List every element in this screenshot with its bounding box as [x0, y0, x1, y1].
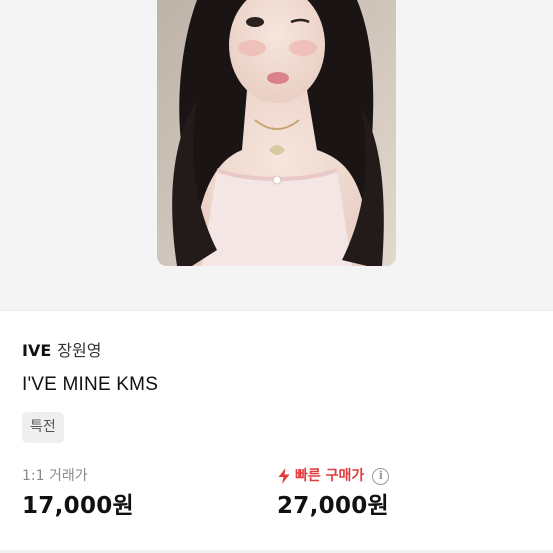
member-name[interactable]: 장원영 [57, 340, 101, 362]
photocard-illustration [157, 0, 396, 266]
section-divider [0, 310, 553, 311]
photocard-image[interactable] [157, 0, 396, 266]
lightning-bolt-icon [277, 468, 291, 484]
fast-buy-price[interactable]: 빠른 구매가 i 27,000원 [277, 466, 390, 521]
product-image-area [0, 0, 553, 310]
artist-line: IVE 장원영 [22, 340, 101, 362]
one-to-one-price-value: 17,000원 [22, 493, 135, 519]
one-to-one-price[interactable]: 1:1 거래가 17,000원 [22, 466, 134, 521]
fast-buy-price-label: 빠른 구매가 [295, 468, 365, 484]
fast-buy-label-row: 빠른 구매가 i [277, 466, 390, 486]
benefit-tag: 특전 [22, 412, 64, 443]
info-circle-icon[interactable]: i [372, 467, 390, 485]
group-name[interactable]: IVE [22, 340, 51, 362]
one-to-one-price-label: 1:1 거래가 [22, 468, 88, 484]
product-title: I'VE MINE KMS [22, 374, 159, 395]
fast-buy-price-value: 27,000원 [277, 493, 390, 519]
